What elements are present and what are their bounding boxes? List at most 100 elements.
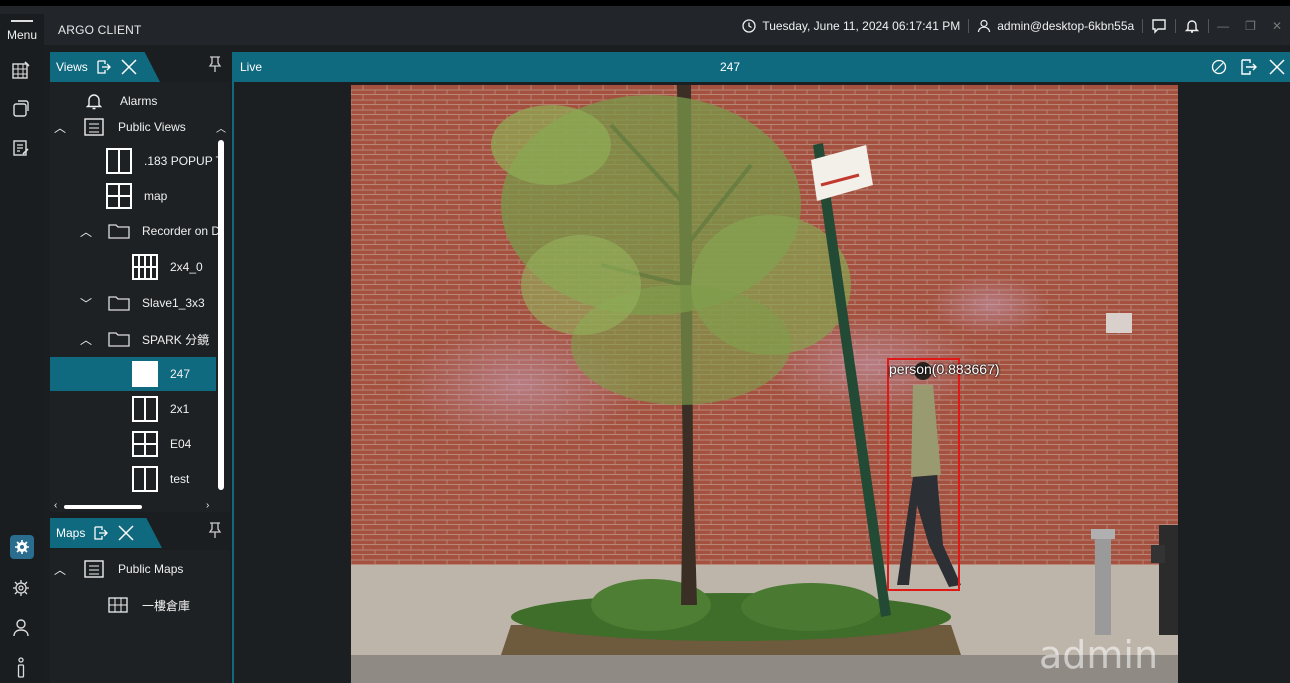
info-button[interactable]: [10, 657, 32, 679]
views-tab[interactable]: Views: [50, 52, 160, 82]
layout-1x1-icon: [132, 361, 158, 387]
menu-label: Menu: [6, 28, 38, 42]
maps-tab-label: Maps: [56, 526, 86, 540]
list-icon: [84, 560, 104, 578]
folder-icon: [108, 296, 130, 311]
user-menu[interactable]: admin@desktop-6kbn55a: [969, 19, 1142, 33]
scroll-up-icon[interactable]: ︿: [216, 120, 226, 135]
close-icon[interactable]: [120, 58, 138, 76]
layout-editor-button[interactable]: [10, 59, 32, 81]
camera-video-feed[interactable]: person(0.883667) admin: [351, 85, 1178, 683]
grid-edit-icon: [12, 61, 30, 79]
map-icon: [108, 597, 128, 613]
tree-item-folder[interactable]: ︿ Recorder on D: [50, 214, 220, 248]
folder-icon: [108, 332, 130, 347]
system-settings-button[interactable]: [10, 577, 32, 599]
live-header: Live 247: [234, 52, 1290, 82]
scroll-left-icon[interactable]: ‹: [54, 500, 57, 511]
live-tab-label: Live: [240, 60, 263, 74]
maps-tree: ︿ Public Maps 一樓倉庫: [50, 550, 230, 683]
minimize-button[interactable]: —: [1209, 19, 1237, 33]
users-button[interactable]: [10, 617, 32, 639]
chevron-down-icon[interactable]: ﹀: [80, 295, 92, 312]
list-icon: [84, 118, 104, 136]
maps-panel-header: Maps: [50, 518, 230, 548]
tree-item-label: 247: [170, 367, 191, 381]
tree-item-label: test: [170, 472, 190, 486]
pin-icon[interactable]: [208, 56, 222, 75]
chevron-up-icon[interactable]: ︿: [80, 223, 92, 240]
layout-2x2-icon: [132, 431, 158, 457]
datetime-text: Tuesday, June 11, 2024 06:17:41 PM: [762, 18, 961, 33]
datetime-display: Tuesday, June 11, 2024 06:17:41 PM: [734, 19, 968, 33]
notes-icon: [13, 140, 29, 156]
tree-item-view[interactable]: test: [50, 462, 216, 496]
main-menu-button[interactable]: Menu: [0, 14, 44, 51]
watermark-text: admin: [1039, 633, 1159, 677]
tree-item-label: Recorder on D: [142, 224, 221, 238]
views-tree: Alarms ︿ Public Views ︿ .183 POPUP T map…: [50, 82, 230, 512]
tree-item-folder[interactable]: ︿ SPARK 分鏡: [50, 322, 216, 356]
title-bar: ARGO CLIENT Tuesday, June 11, 2024 06:17…: [0, 6, 1290, 45]
tree-item-label: E04: [170, 437, 192, 451]
notes-button[interactable]: [10, 137, 32, 159]
tree-item-label: Alarms: [120, 94, 158, 108]
user-icon: [13, 619, 29, 637]
windows-button[interactable]: [10, 97, 32, 119]
maps-tab[interactable]: Maps: [50, 518, 162, 548]
user-icon: [978, 19, 991, 32]
cogs-icon: [13, 580, 29, 596]
tree-item-view-selected[interactable]: 247: [50, 357, 216, 391]
left-rail: [0, 51, 44, 683]
detach-icon[interactable]: [93, 525, 109, 541]
bell-icon: [86, 94, 102, 110]
close-window-button[interactable]: ✕: [1264, 19, 1290, 33]
tree-item-label: 一樓倉庫: [142, 598, 191, 613]
restore-button[interactable]: ❐: [1237, 19, 1264, 33]
tree-item-label: Public Maps: [118, 562, 184, 576]
views-horizontal-scrollbar[interactable]: [64, 505, 142, 509]
detection-label: person(0.883667): [889, 361, 1000, 377]
notification-button[interactable]: [1176, 18, 1208, 34]
tree-item-public-maps[interactable]: ︿ Public Maps: [50, 552, 216, 586]
detach-icon[interactable]: [96, 59, 112, 75]
tree-item-label: map: [144, 189, 168, 203]
close-icon[interactable]: [117, 524, 135, 542]
detach-icon[interactable]: [1240, 58, 1258, 76]
tree-item-label: Public Views: [118, 120, 186, 134]
tree-item-label: .183 POPUP T: [144, 154, 223, 168]
views-panel-header: Views: [50, 52, 230, 82]
layout-1x2-icon: [106, 148, 132, 174]
views-tab-label: Views: [56, 60, 88, 74]
chevron-up-icon[interactable]: ︿: [80, 331, 92, 348]
tree-item-map[interactable]: 一樓倉庫: [50, 588, 216, 622]
tree-item-label: SPARK 分鏡: [142, 332, 210, 347]
layout-2x1-icon: [132, 396, 158, 422]
windows-icon: [13, 100, 29, 117]
settings-active-button[interactable]: [10, 535, 34, 559]
user-name: admin@desktop-6kbn55a: [997, 18, 1135, 33]
layout-2x4-icon: [132, 254, 158, 280]
views-vertical-scrollbar[interactable]: [218, 140, 224, 490]
bell-icon: [1184, 19, 1200, 33]
info-icon: [17, 657, 25, 678]
tree-item-view[interactable]: map: [50, 179, 216, 213]
tree-item-view[interactable]: 2x4_0: [50, 250, 216, 284]
tree-item-view[interactable]: 2x1: [50, 392, 216, 426]
folder-icon: [108, 224, 130, 239]
app-title: ARGO CLIENT: [58, 23, 142, 37]
record-icon[interactable]: [1210, 58, 1228, 76]
chevron-up-icon[interactable]: ︿: [54, 119, 66, 136]
scroll-right-icon[interactable]: ›: [206, 500, 209, 511]
tree-item-folder[interactable]: ﹀ Slave1_3x3: [50, 286, 216, 320]
camera-name: 247: [720, 60, 741, 74]
chevron-up-icon[interactable]: ︿: [54, 561, 66, 578]
message-button[interactable]: [1143, 18, 1175, 34]
close-icon[interactable]: [1268, 58, 1286, 76]
tree-item-label: 2x4_0: [170, 260, 203, 274]
detection-box: [887, 358, 960, 591]
tree-item-view[interactable]: .183 POPUP T: [50, 144, 223, 178]
tree-item-view[interactable]: E04: [50, 427, 216, 461]
tree-item-public-views[interactable]: ︿ Public Views ︿: [50, 110, 230, 144]
pin-icon[interactable]: [208, 522, 222, 541]
